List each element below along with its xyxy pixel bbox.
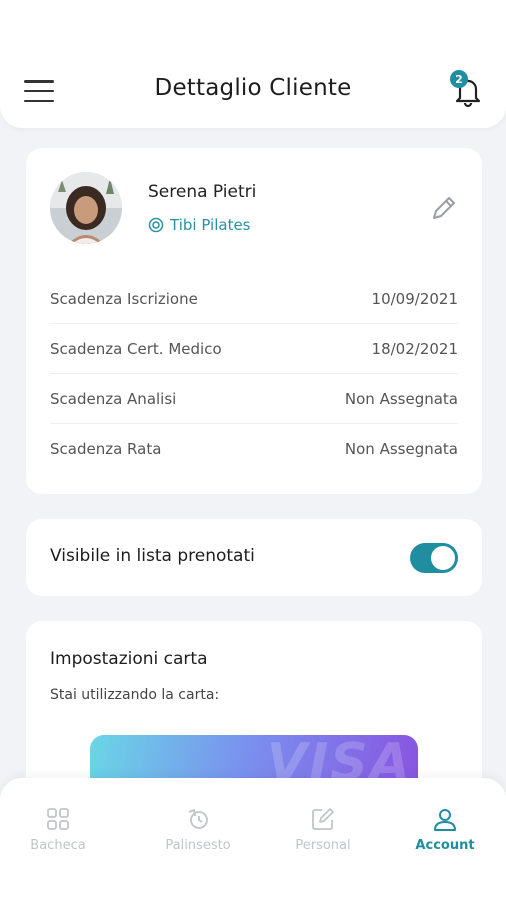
nav-label: Bacheca: [30, 838, 86, 853]
client-name: Serena Pietri: [148, 182, 257, 202]
card-settings-title: Impostazioni carta: [50, 649, 208, 669]
detail-row: Scadenza Analisi Non Assegnata: [50, 374, 458, 424]
detail-label: Scadenza Analisi: [50, 389, 177, 408]
grid-icon: [47, 808, 69, 830]
user-icon: [434, 809, 456, 831]
nav-label: Personal: [295, 838, 351, 853]
visibility-label: Visibile in lista prenotati: [50, 546, 255, 566]
bottom-navigation: Bacheca Palinsesto Personal Account: [0, 778, 506, 900]
notification-badge: 2: [450, 70, 468, 88]
nav-item-palinsesto[interactable]: Palinsesto: [148, 806, 248, 853]
schedule-icon: [188, 808, 208, 829]
location-pin-icon: [148, 217, 164, 233]
visibility-card: Visibile in lista prenotati: [26, 519, 482, 596]
detail-value: Non Assegnata: [344, 389, 458, 408]
client-studio-label: Tibi Pilates: [170, 216, 251, 234]
app-header: Dettaglio Cliente 2: [0, 0, 506, 128]
avatar: [50, 172, 122, 244]
nav-label: Palinsesto: [165, 838, 231, 853]
card-settings-subtitle: Stai utilizzando la carta:: [50, 687, 220, 703]
nav-item-account[interactable]: Account: [395, 806, 495, 853]
detail-row: Scadenza Rata Non Assegnata: [50, 424, 458, 474]
visibility-toggle[interactable]: [410, 543, 458, 573]
edit-square-icon: [312, 808, 334, 830]
nav-label: Account: [415, 838, 475, 853]
page-title: Dettaglio Cliente: [154, 75, 352, 101]
detail-label: Scadenza Rata: [50, 440, 162, 458]
detail-label: Scadenza Cert. Medico: [50, 339, 222, 358]
detail-value: 18/02/2021: [371, 339, 458, 358]
client-card: Serena Pietri Tibi Pilates Scadenza Iscr…: [26, 148, 482, 494]
nav-item-bacheca[interactable]: Bacheca: [8, 806, 108, 853]
detail-value: Non Assegnata: [344, 440, 458, 458]
client-details-list: Scadenza Iscrizione 10/09/2021 Scadenza …: [50, 274, 458, 474]
detail-value: 10/09/2021: [371, 289, 458, 308]
detail-row: Scadenza Iscrizione 10/09/2021: [50, 274, 458, 324]
detail-row: Scadenza Cert. Medico 18/02/2021: [50, 324, 458, 374]
toggle-knob: [431, 546, 455, 570]
nav-item-personal[interactable]: Personal: [273, 806, 373, 853]
client-studio[interactable]: Tibi Pilates: [148, 216, 251, 234]
pencil-icon[interactable]: [426, 192, 460, 226]
detail-label: Scadenza Iscrizione: [50, 289, 198, 308]
